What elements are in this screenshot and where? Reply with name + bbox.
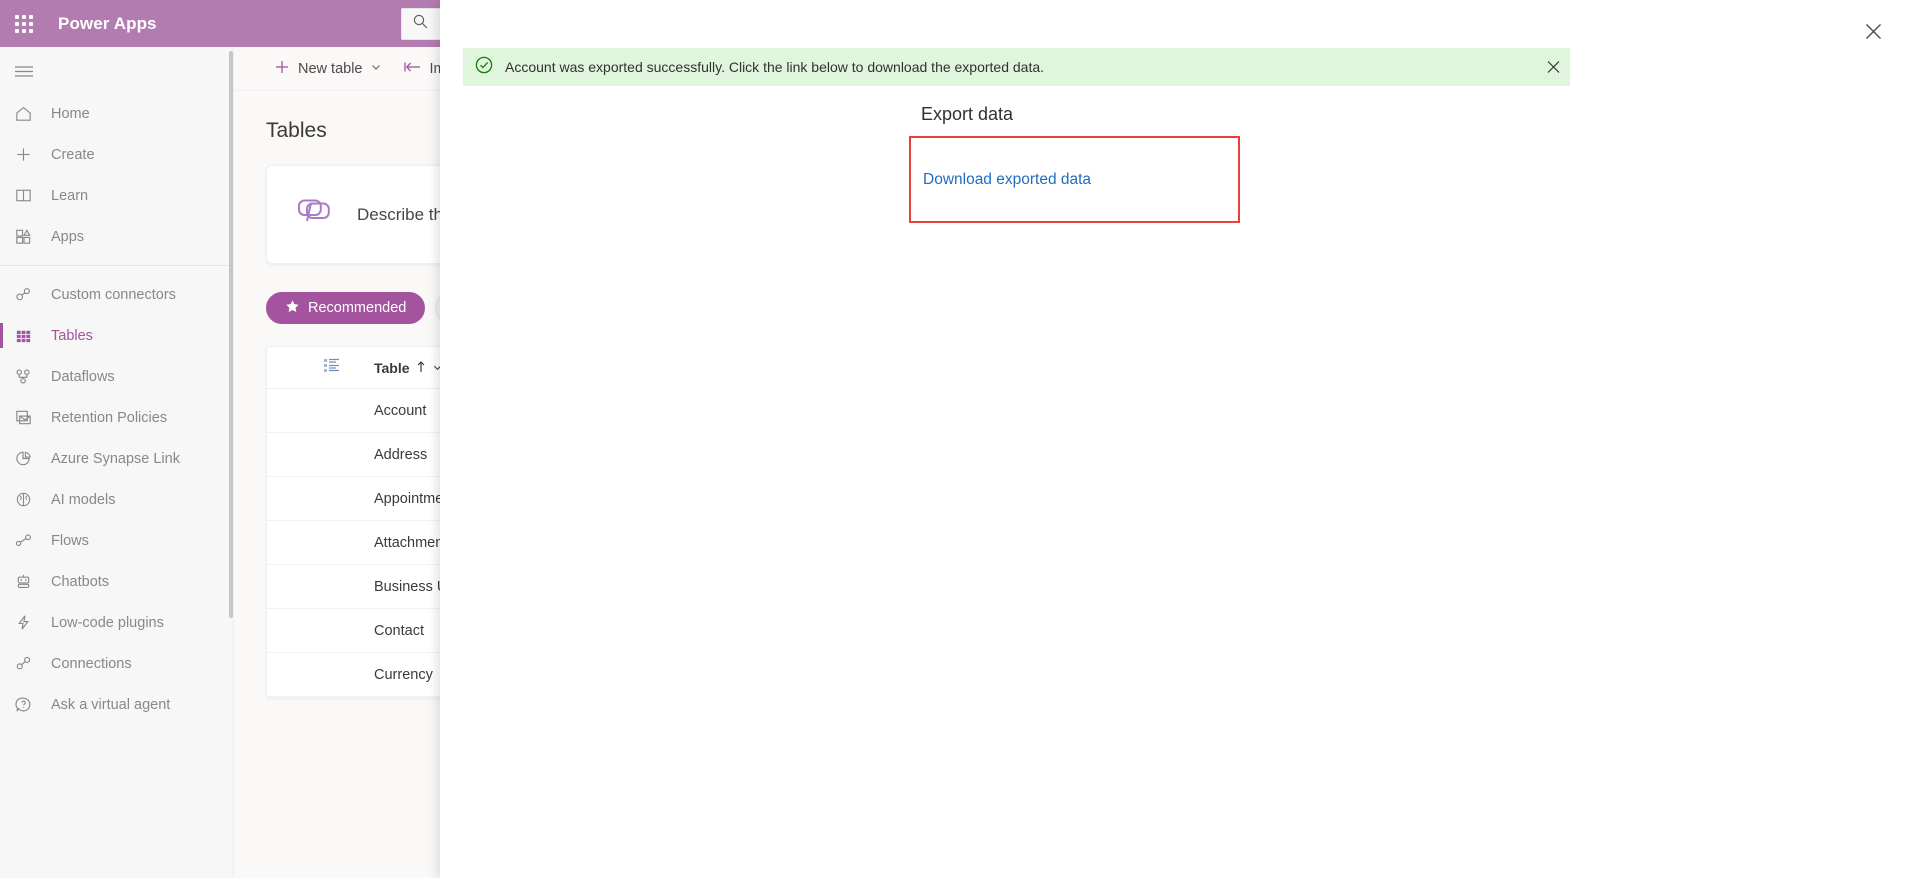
sidebar-item-flows[interactable]: Flows (0, 520, 233, 561)
sidebar-item-label: AI models (51, 491, 116, 508)
sidebar-item-label: Connections (51, 655, 132, 672)
sidebar-item-label: Home (51, 105, 90, 122)
hamburger-menu-icon[interactable] (0, 49, 233, 93)
sidebar-item-label: Dataflows (51, 368, 115, 385)
table-row-name: Currency (374, 666, 433, 683)
sidebar-item-label: Learn (51, 187, 89, 204)
sidebar: Home Create Learn Apps Custom connectors… (0, 47, 234, 878)
retention-policies-icon (14, 408, 44, 427)
dataflows-icon (14, 367, 44, 386)
sidebar-item-label: Apps (51, 228, 85, 245)
question-circle-icon (14, 695, 44, 714)
copilot-icon (291, 193, 335, 236)
column-header-table[interactable]: Table (374, 360, 443, 376)
download-exported-data-link[interactable]: Download exported data (923, 171, 1091, 189)
sort-ascending-arrow (416, 360, 426, 376)
pie-chart-icon (14, 449, 44, 468)
sidebar-item-learn[interactable]: Learn (0, 175, 233, 216)
describe-table-label: Describe the (357, 204, 453, 224)
sidebar-item-label: Tables (51, 327, 93, 344)
sidebar-item-custom-connectors[interactable]: Custom connectors (0, 274, 233, 315)
filter-pill-label: Recommended (308, 300, 407, 316)
apps-grid-icon (14, 227, 44, 246)
sidebar-item-ask-a-virtual-agent[interactable]: Ask a virtual agent (0, 684, 233, 725)
sidebar-divider (0, 265, 233, 266)
notification-message: Account was exported successfully. Click… (505, 59, 1045, 75)
table-row-name: Account (374, 402, 427, 419)
chevron-down-icon[interactable] (370, 61, 382, 77)
sidebar-item-home[interactable]: Home (0, 93, 233, 134)
connections-plug-icon (14, 654, 44, 673)
lightning-bolt-icon (14, 613, 44, 632)
sidebar-item-label: Azure Synapse Link (51, 450, 180, 467)
table-row-name: Address (374, 446, 428, 463)
filter-pill-recommended[interactable]: Recommended (266, 292, 426, 324)
export-data-section: Export data (921, 104, 1013, 125)
download-link-highlight-box: Download exported data (909, 136, 1240, 223)
custom-connector-icon (14, 285, 44, 304)
plus-icon (274, 59, 290, 79)
sidebar-item-retention-policies[interactable]: Retention Policies (0, 397, 233, 438)
sidebar-item-ai-models[interactable]: AI models (0, 479, 233, 520)
star-icon (285, 299, 300, 318)
app-launcher-waffle-icon[interactable] (0, 0, 48, 47)
sidebar-item-apps[interactable]: Apps (0, 216, 233, 257)
sidebar-item-chatbots[interactable]: Chatbots (0, 561, 233, 602)
new-table-button[interactable]: New table (266, 53, 390, 85)
robot-icon (14, 572, 44, 591)
brand-title[interactable]: Power Apps (58, 14, 157, 34)
sidebar-item-label: Create (51, 146, 95, 163)
waffle-grid-dots (15, 14, 33, 33)
home-icon (14, 104, 44, 123)
book-icon (14, 186, 44, 205)
brain-icon (14, 490, 44, 509)
table-row-name: Contact (374, 622, 424, 639)
sidebar-item-label: Custom connectors (51, 286, 176, 303)
export-data-heading: Export data (921, 104, 1014, 124)
export-data-panel: Account was exported successfully. Click… (440, 0, 1905, 878)
flows-icon (14, 531, 44, 550)
column-header-label: Table (374, 359, 410, 376)
success-notification-bar: Account was exported successfully. Click… (463, 48, 1570, 86)
search-icon (412, 13, 429, 35)
list-view-icon[interactable] (323, 357, 340, 378)
sidebar-scrollbar[interactable] (229, 51, 233, 618)
sidebar-item-label: Ask a virtual agent (51, 696, 171, 713)
sidebar-item-low-code-plugins[interactable]: Low-code plugins (0, 602, 233, 643)
sidebar-item-azure-synapse-link[interactable]: Azure Synapse Link (0, 438, 233, 479)
sidebar-item-tables[interactable]: Tables (0, 315, 233, 356)
sidebar-item-label: Flows (51, 532, 89, 549)
new-table-label: New table (298, 60, 363, 77)
plus-icon (14, 145, 44, 164)
sidebar-item-label: Retention Policies (51, 409, 168, 426)
sidebar-item-label: Chatbots (51, 573, 110, 590)
table-row-name: Attachment (374, 534, 448, 551)
panel-close-button[interactable] (1855, 14, 1891, 48)
tables-grid-icon (14, 326, 44, 345)
notification-dismiss-button[interactable] (1547, 61, 1560, 74)
import-arrow-icon (404, 60, 421, 78)
sidebar-item-dataflows[interactable]: Dataflows (0, 356, 233, 397)
sidebar-item-label: Low-code plugins (51, 614, 164, 631)
sidebar-item-connections[interactable]: Connections (0, 643, 233, 684)
success-check-circle-icon (475, 56, 493, 79)
sidebar-item-create[interactable]: Create (0, 134, 233, 175)
